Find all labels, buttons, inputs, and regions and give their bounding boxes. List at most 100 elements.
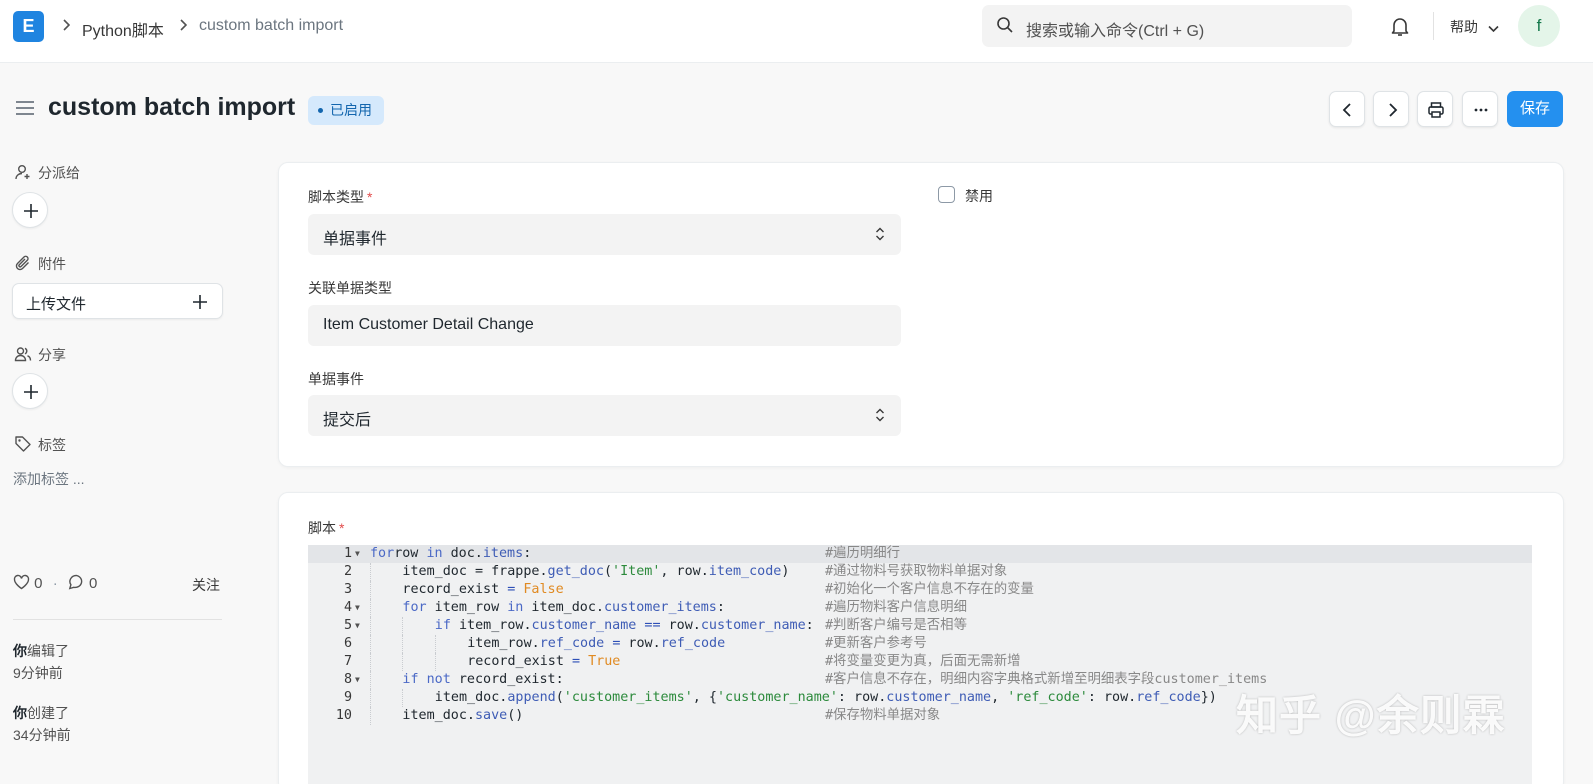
app-logo[interactable]: E	[13, 11, 44, 42]
sidebar-toggle-icon[interactable]	[15, 100, 35, 121]
script-label-text: 脚本	[308, 520, 336, 536]
next-document-button[interactable]	[1373, 91, 1409, 127]
search-input[interactable]: 搜索或输入命令(Ctrl + G)	[982, 5, 1352, 47]
code-text: item_row.ref_code = row.ref_code	[467, 636, 726, 651]
like-comment-stats: 0 · 0	[13, 574, 97, 592]
status-dot-icon	[318, 107, 323, 113]
search-placeholder: 搜索或输入命令(Ctrl + G)	[1026, 23, 1205, 40]
fold-toggle-icon[interactable]: ▼	[355, 671, 360, 689]
line-number: 4	[343, 600, 352, 615]
select-arrows-icon	[876, 227, 884, 241]
doc-event-value: 提交后	[323, 412, 372, 429]
tags-section: 标签	[14, 435, 66, 455]
watermark: 知乎 @余则霖	[1236, 692, 1506, 739]
attachments-section: 附件	[14, 254, 66, 274]
follow-button[interactable]: 关注	[192, 575, 220, 595]
assigned-to-section: 分派给	[14, 163, 80, 183]
attachments-label: 附件	[38, 256, 66, 272]
paperclip-icon	[15, 255, 29, 271]
activity-edited: 你编辑了	[13, 641, 69, 661]
code-line[interactable]: 6 item_row.ref_code = row.ref_code #更新客户参考…	[308, 635, 1532, 653]
save-button[interactable]: 保存	[1507, 91, 1563, 127]
indent-guide	[370, 635, 371, 653]
code-text: item_doc.save()	[402, 708, 524, 723]
code-text: record_exist = True	[467, 654, 621, 669]
print-button[interactable]	[1417, 91, 1453, 127]
code-comment: #遍历明细行	[825, 546, 901, 561]
fold-toggle-icon[interactable]: ▼	[355, 617, 360, 635]
code-line[interactable]: 7 record_exist = True #将变量变更为真，后面无需新增	[308, 653, 1532, 671]
script-type-value: 单据事件	[323, 231, 388, 248]
line-number: 2	[343, 564, 352, 579]
line-number: 1	[343, 546, 352, 561]
top-navbar: E Python脚本 custom batch import 搜索或输入命令(C…	[0, 0, 1593, 63]
indent-guide	[402, 635, 404, 653]
users-icon	[14, 347, 32, 362]
reference-doctype-input[interactable]: Item Customer Detail Change	[308, 305, 901, 346]
line-number: 8	[343, 672, 352, 687]
code-text: for item_row in item_doc.customer_items:	[402, 600, 725, 615]
indent-guide	[434, 653, 436, 671]
add-tag-link[interactable]: 添加标签 ...	[13, 469, 85, 489]
page-title: custom batch import	[48, 93, 296, 121]
activity-actor: 你	[13, 705, 27, 721]
activity-time: 9分钟前	[13, 665, 63, 681]
indent-guide	[370, 707, 371, 725]
code-line[interactable]: 3 record_exist = False #初始化一个客户信息不存在的变量	[308, 581, 1532, 599]
add-share-button[interactable]	[12, 373, 48, 409]
line-number: 9	[343, 690, 352, 705]
code-text: if not record_exist:	[402, 672, 564, 687]
code-line[interactable]: 5 ▼ if item_row.customer_name == row.custo…	[308, 617, 1532, 635]
upload-file-label: 上传文件	[26, 296, 87, 313]
line-number: 7	[343, 654, 352, 669]
line-number: 6	[343, 636, 352, 651]
plus-icon	[24, 204, 38, 218]
code-line[interactable]: 4 ▼ for item_row in item_doc.customer_item…	[308, 599, 1532, 617]
indent-guide	[402, 689, 404, 707]
indent-guide	[370, 689, 371, 707]
code-comment: #客户信息不存在，明细内容字典格式新增至明细表字段customer_items	[825, 672, 1268, 687]
indent-guide	[370, 671, 371, 689]
comment-icon[interactable]	[68, 574, 85, 592]
code-text: item_doc = frappe.get_doc('Item', row.it…	[402, 564, 790, 579]
activity-time: 34分钟前	[13, 727, 71, 743]
previous-document-button[interactable]	[1329, 91, 1365, 127]
code-text: forrow in doc.items:	[370, 546, 532, 561]
tag-icon	[15, 436, 31, 452]
help-label: 帮助	[1450, 19, 1478, 35]
select-arrows-icon	[876, 408, 884, 422]
line-number: 5	[343, 618, 352, 633]
plus-icon	[24, 385, 38, 399]
code-line[interactable]: 1 ▼ forrow in doc.items: #遍历明细行	[308, 545, 1532, 563]
user-avatar[interactable]: f	[1518, 5, 1560, 47]
notification-bell-icon[interactable]	[1388, 14, 1412, 43]
reference-doctype-value: Item Customer Detail Change	[323, 316, 534, 333]
code-comment: #更新客户参考号	[825, 636, 927, 651]
activity-actor: 你	[13, 643, 27, 659]
disabled-checkbox[interactable]	[938, 186, 955, 203]
script-label: 脚本 *	[308, 520, 345, 536]
breadcrumb-current[interactable]: custom batch import	[199, 17, 343, 35]
fold-toggle-icon[interactable]: ▼	[355, 545, 360, 563]
tags-label: 标签	[38, 437, 66, 453]
code-line[interactable]: 2 item_doc = frappe.get_doc('Item', row.i…	[308, 563, 1532, 581]
disabled-label[interactable]: 禁用	[965, 186, 993, 206]
script-type-label: 脚本类型 *	[308, 189, 373, 205]
add-assignment-button[interactable]	[12, 192, 48, 228]
script-type-select[interactable]: 单据事件	[308, 214, 901, 255]
code-editor[interactable]: 1 ▼ forrow in doc.items: #遍历明细行 2 item_doc = …	[308, 545, 1532, 784]
code-comment: #遍历物料客户信息明细	[825, 600, 967, 615]
help-dropdown[interactable]: 帮助	[1450, 17, 1499, 37]
script-type-label-text: 脚本类型	[308, 189, 364, 205]
doc-event-select[interactable]: 提交后	[308, 395, 901, 436]
plus-icon	[193, 295, 207, 309]
heart-icon[interactable]	[13, 574, 30, 592]
code-text: record_exist = False	[402, 582, 564, 597]
code-comment: #将变量变更为真，后面无需新增	[825, 654, 1021, 669]
more-actions-button[interactable]	[1462, 91, 1498, 127]
fold-toggle-icon[interactable]: ▼	[355, 599, 360, 617]
indent-guide	[402, 653, 404, 671]
breadcrumb-python-script[interactable]: Python脚本	[82, 17, 164, 41]
upload-file-button[interactable]: 上传文件	[12, 283, 223, 319]
share-label: 分享	[38, 347, 66, 363]
